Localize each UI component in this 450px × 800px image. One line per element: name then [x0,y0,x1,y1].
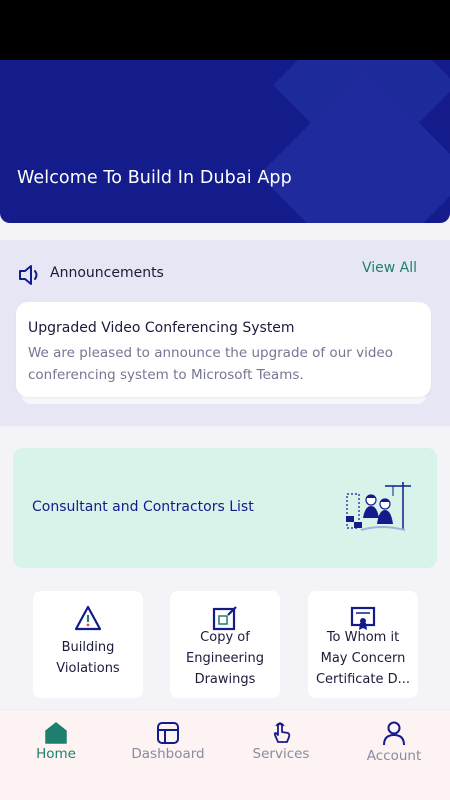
warning-triangle-icon [75,605,101,631]
service-building-violations[interactable]: Building Violations [33,591,143,698]
nav-dashboard[interactable]: Dashboard [112,710,224,800]
nav-label: Dashboard [131,746,205,762]
announcement-body: We are pleased to announce the upgrade o… [28,345,393,383]
announcements-title: Announcements [50,265,164,281]
service-label-line: Engineering [186,651,264,666]
consultant-list-card[interactable]: Consultant and Contractors List [13,448,437,568]
nav-account[interactable]: Account [338,710,450,800]
nav-services[interactable]: Services [225,710,337,800]
service-to-whom-certificate[interactable]: To Whom it May Concern Certificate D... [308,591,418,698]
announcement-title: Upgraded Video Conferencing System [28,320,295,336]
announcements-section: Announcements View All Upgraded Video Co… [0,240,450,426]
nav-label: Services [252,746,310,762]
consultant-list-label: Consultant and Contractors List [32,499,254,515]
card-stack-shadow [22,396,426,404]
speaker-icon [19,265,38,285]
bottom-navigation: Home Dashboard Services Account [0,709,450,800]
service-label-line: Copy of [200,630,250,645]
welcome-title: Welcome To Build In Dubai App [17,168,292,188]
user-icon [383,721,405,746]
view-all-link[interactable]: View All [362,260,417,276]
nav-label: Account [366,748,422,764]
service-label-line: Drawings [194,672,256,687]
service-label-line: Violations [56,661,120,676]
service-engineering-drawings[interactable]: Copy of Engineering Drawings [170,591,280,698]
status-bar [0,0,450,60]
service-label-line: To Whom it [326,630,400,645]
service-label-line: Certificate D... [315,672,411,687]
announcement-card[interactable]: Upgraded Video Conferencing System We ar… [16,302,431,397]
construction-workers-illustration [346,482,411,531]
service-label-line: May Concern [320,651,406,666]
nav-home[interactable]: Home [0,710,112,800]
tap-hand-icon [273,722,291,743]
nav-label: Home [36,746,76,762]
welcome-banner: Welcome To Build In Dubai App [0,60,450,223]
home-icon [45,722,67,744]
service-label-line: Building [61,640,115,655]
dashboard-icon [157,722,179,744]
